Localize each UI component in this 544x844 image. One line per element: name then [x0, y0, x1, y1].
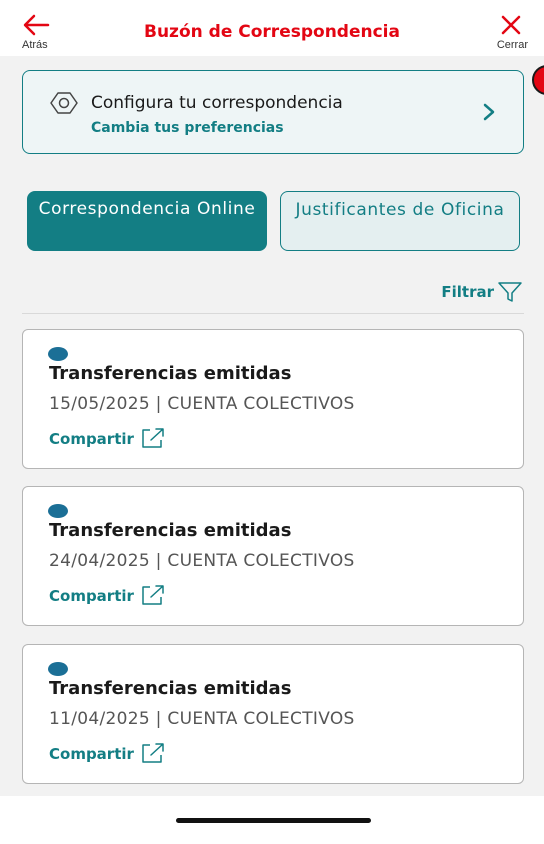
item-title: Transferencias emitidas — [49, 520, 292, 541]
share-button[interactable]: Compartir — [49, 427, 166, 449]
close-button[interactable]: Cerrar — [486, 12, 530, 52]
item-meta: 15/05/2025 | CUENTA COLECTIVOS — [49, 394, 355, 414]
list-item[interactable]: Transferencias emitidas 11/04/2025 | CUE… — [22, 644, 524, 784]
list-item[interactable]: Transferencias emitidas 24/04/2025 | CUE… — [22, 486, 524, 626]
item-meta: 11/04/2025 | CUENTA COLECTIVOS — [49, 709, 355, 729]
close-label: Cerrar — [496, 39, 528, 51]
close-icon — [501, 15, 521, 35]
share-icon — [142, 584, 164, 605]
filter-button[interactable]: Filtrar — [441, 282, 522, 302]
unread-indicator — [48, 504, 68, 518]
gear-icon — [50, 92, 78, 114]
item-meta: 24/04/2025 | CUENTA COLECTIVOS — [49, 551, 355, 571]
page-title: Buzón de Correspondencia — [144, 22, 400, 42]
home-indicator[interactable] — [176, 818, 371, 823]
share-icon — [142, 742, 164, 763]
unread-indicator — [48, 347, 68, 361]
config-subtitle: Cambia tus preferencias — [91, 120, 284, 136]
share-label: Compartir — [49, 745, 134, 763]
top-bar: Atrás Buzón de Correspondencia Cerrar — [0, 0, 544, 56]
divider — [22, 313, 524, 314]
unread-indicator — [48, 662, 68, 676]
chevron-right-icon — [483, 103, 495, 121]
share-label: Compartir — [49, 587, 134, 605]
notification-dot — [532, 65, 544, 95]
configure-correspondence-card[interactable]: Configura tu correspondencia Cambia tus … — [22, 70, 524, 154]
item-title: Transferencias emitidas — [49, 678, 292, 699]
share-icon — [142, 427, 164, 448]
share-button[interactable]: Compartir — [49, 742, 166, 764]
filter-icon — [498, 282, 522, 302]
tab-justificantes-oficina[interactable]: Justificantes de Oficina — [280, 191, 520, 251]
config-title: Configura tu correspondencia — [91, 93, 343, 113]
share-button[interactable]: Compartir — [49, 584, 166, 606]
list-item[interactable]: Transferencias emitidas 15/05/2025 | CUE… — [22, 329, 524, 469]
item-title: Transferencias emitidas — [49, 363, 292, 384]
tab-correspondencia-online[interactable]: Correspondencia Online — [27, 191, 267, 251]
filter-label: Filtrar — [441, 283, 494, 301]
share-label: Compartir — [49, 430, 134, 448]
